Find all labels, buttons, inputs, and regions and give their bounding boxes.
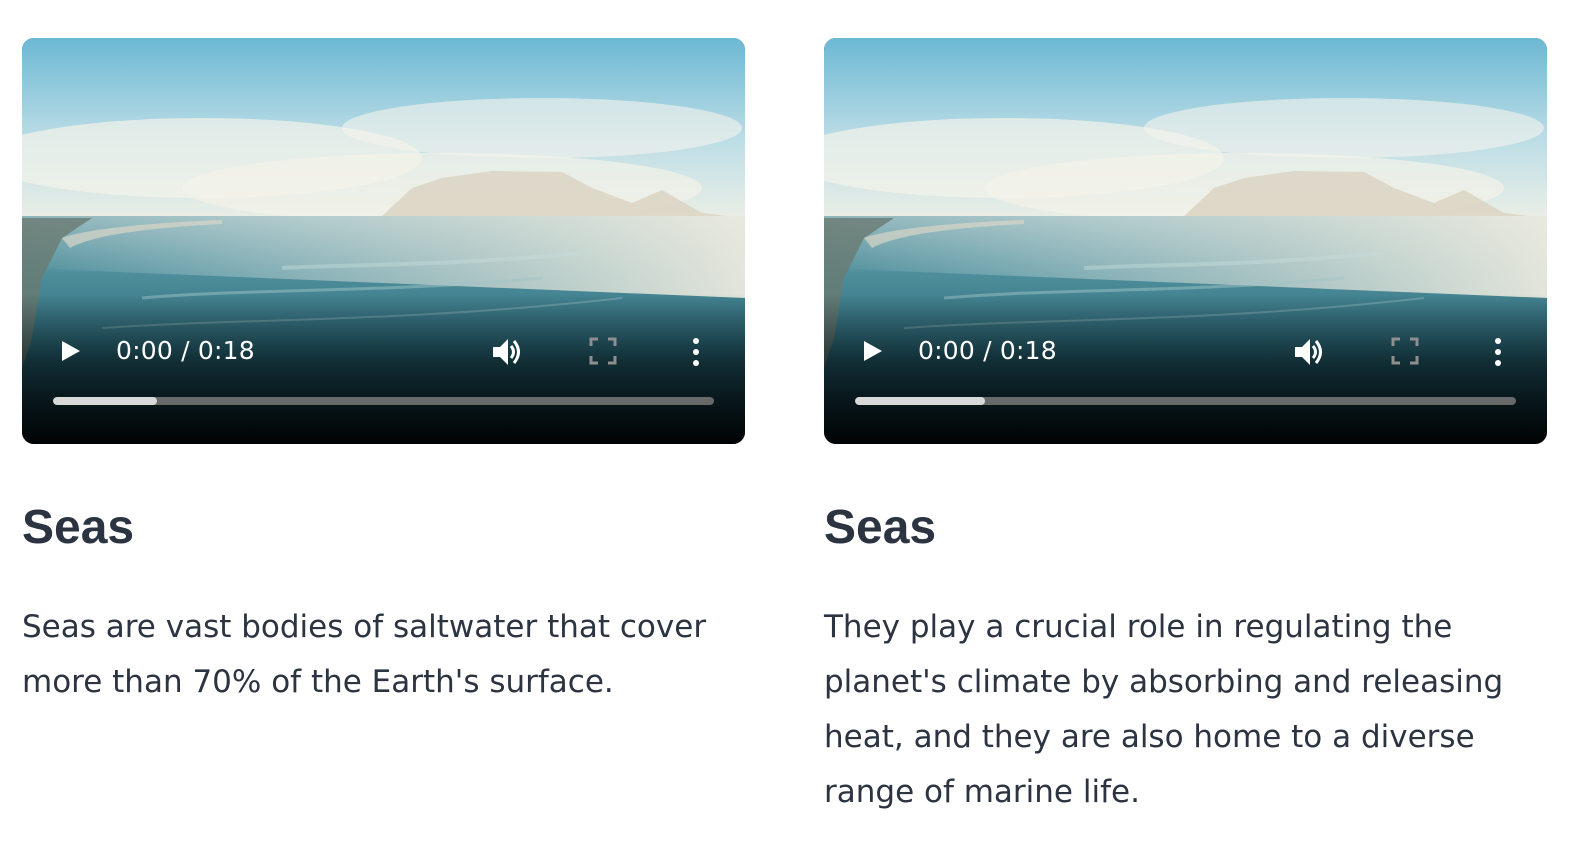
controls-overlay bbox=[824, 294, 1547, 444]
progress-fill bbox=[53, 397, 158, 405]
play-icon bbox=[864, 341, 882, 361]
card-description: Seas are vast bodies of saltwater that c… bbox=[22, 609, 707, 700]
play-button[interactable] bbox=[58, 339, 82, 363]
progress-bar[interactable] bbox=[855, 397, 1516, 405]
sea-card-2: 0:00 / 0:18 Seas They play a crucial rol… bbox=[824, 38, 1547, 820]
sea-card-1: 0:00 / 0:18 Seas Seas are vast bodies of… bbox=[22, 38, 745, 820]
volume-icon bbox=[493, 339, 520, 365]
more-vertical-icon bbox=[1495, 338, 1501, 366]
card-title: Seas bbox=[824, 501, 937, 554]
card-description: They play a crucial role in regulating t… bbox=[824, 609, 1504, 810]
time-display: 0:00 / 0:18 bbox=[116, 336, 255, 365]
progress-bar[interactable] bbox=[53, 397, 714, 405]
cards-grid: 0:00 / 0:18 Seas Seas are vast bodies of… bbox=[22, 38, 1547, 820]
time-display: 0:00 / 0:18 bbox=[918, 336, 1057, 365]
more-options-button[interactable] bbox=[686, 336, 706, 368]
progress-fill bbox=[855, 397, 986, 405]
more-options-button[interactable] bbox=[1488, 336, 1508, 368]
card-title: Seas bbox=[22, 501, 135, 554]
volume-button[interactable] bbox=[490, 334, 526, 370]
volume-button[interactable] bbox=[1292, 334, 1328, 370]
fullscreen-button[interactable] bbox=[588, 336, 618, 366]
play-icon bbox=[62, 341, 80, 361]
video-player[interactable]: 0:00 / 0:18 bbox=[824, 38, 1547, 444]
more-vertical-icon bbox=[693, 338, 699, 366]
fullscreen-icon bbox=[1391, 337, 1419, 365]
volume-icon bbox=[1295, 339, 1322, 365]
play-button[interactable] bbox=[860, 339, 884, 363]
video-player[interactable]: 0:00 / 0:18 bbox=[22, 38, 745, 444]
fullscreen-icon bbox=[589, 337, 617, 365]
fullscreen-button[interactable] bbox=[1390, 336, 1420, 366]
controls-overlay bbox=[22, 294, 745, 444]
